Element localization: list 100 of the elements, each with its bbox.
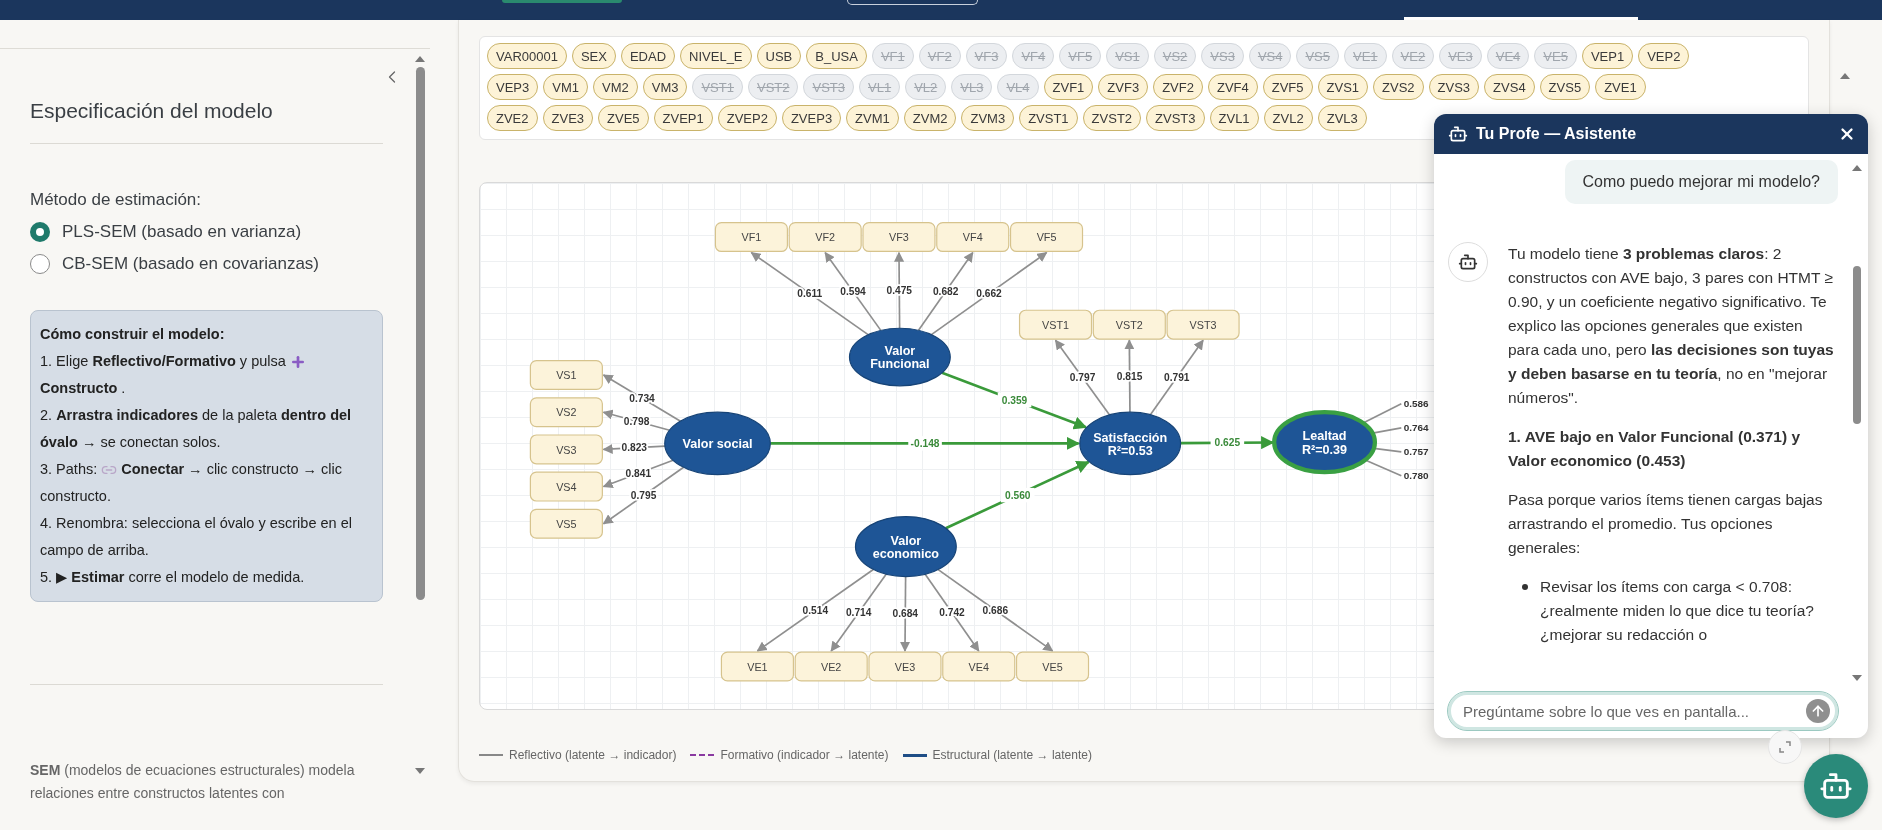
indicator-chip[interactable]: VAR00001: [487, 43, 567, 69]
reply-paragraph: Pasa porque varios ítems tienen cargas bajas arrastrando el promedio. Tus opciones generales:: [1508, 490, 1824, 558]
loading-value: 0.611: [797, 288, 823, 300]
loading-value: 0.475: [886, 285, 913, 297]
indicator-chip[interactable]: ZVS1: [1317, 74, 1369, 100]
indicator-chip[interactable]: ZVEP2: [717, 105, 777, 131]
indicator-chip[interactable]: ZVM3: [961, 105, 1015, 131]
assistant-button[interactable]: [1804, 754, 1868, 818]
indicator-node[interactable]: VS5: [529, 508, 603, 539]
legend-label: Reflectivo (latente → indicador): [509, 748, 677, 762]
indicator-chip[interactable]: ZVE5: [598, 105, 649, 131]
indicator-chip[interactable]: ZVF5: [1262, 74, 1313, 100]
loading-value: 0.686: [982, 604, 1009, 616]
indicator-node[interactable]: VST1: [1018, 309, 1093, 340]
indicator-node[interactable]: VE1: [720, 651, 794, 682]
indicator-node[interactable]: VS3: [529, 434, 603, 465]
construct-label: Valor economico: [872, 533, 940, 561]
indicator-chip[interactable]: ZVS3: [1428, 74, 1480, 100]
indicator-chip[interactable]: ZVF3: [1098, 74, 1149, 100]
path-coefficient: -0.148: [908, 436, 942, 451]
indicator-chip[interactable]: SEX: [571, 43, 616, 69]
indicator-chip[interactable]: ZVS4: [1484, 74, 1535, 100]
instruction-text: 5. ▶ Estimar corre el modelo de medida.: [40, 568, 306, 587]
construct-node[interactable]: [1272, 410, 1378, 475]
radio-icon[interactable]: [30, 222, 50, 242]
radio-option[interactable]: CB-SEM (basado en covarianzas): [30, 248, 410, 280]
indicator-node[interactable]: VS1: [529, 360, 603, 391]
indicator-chip[interactable]: VEP1: [1581, 43, 1634, 69]
indicator-node[interactable]: VS4: [529, 471, 603, 502]
indicator-chip[interactable]: ZVEP3: [781, 105, 842, 131]
indicator-node[interactable]: VF2: [788, 222, 862, 253]
indicator-node[interactable]: VST3: [1166, 309, 1240, 340]
chat-title: Tu Profe — Asistente: [1476, 125, 1638, 143]
indicator-chip[interactable]: ZVST1: [1019, 105, 1078, 131]
method-label: Método de estimación:: [30, 190, 203, 210]
close-button[interactable]: [1838, 125, 1856, 143]
instruction-text: 3. Paths: Conectar → clic constructo → clic constructo.: [40, 460, 343, 506]
indicator-chip[interactable]: ZVE3: [542, 105, 594, 131]
scroll-up-icon[interactable]: [1839, 72, 1851, 80]
scroll-up-icon[interactable]: [414, 55, 426, 63]
indicator-chip[interactable]: ZVE1: [1595, 74, 1646, 100]
indicator-node[interactable]: VE4: [942, 651, 1016, 682]
reply-bullet: Revisar los ítems con carga < 0.708: ¿realmente miden lo que dice tu teoría? ¿mejorar su redacción o: [1540, 577, 1815, 645]
indicator-node[interactable]: VE3: [868, 651, 942, 682]
indicator-chip[interactable]: ZVM2: [903, 105, 957, 131]
robot-icon: [1458, 252, 1478, 272]
indicator-chip[interactable]: ZVF1: [1043, 74, 1094, 100]
indicator-node[interactable]: VST2: [1092, 309, 1166, 340]
loading-value: 0.714: [845, 607, 872, 619]
construct-node[interactable]: [664, 411, 771, 476]
indicator-chip[interactable]: ZVEP1: [653, 105, 713, 131]
indicator-chip[interactable]: VM1: [543, 74, 588, 100]
radio-option[interactable]: PLS-SEM (basado en varianza): [30, 216, 410, 248]
loading-value: 0.798: [623, 415, 650, 427]
indicator-chip[interactable]: VM2: [593, 74, 638, 100]
indicator-chip[interactable]: ZVL1: [1209, 105, 1259, 131]
indicator-chip[interactable]: ZVST3: [1146, 105, 1205, 131]
indicator-chip[interactable]: ZVST2: [1082, 105, 1142, 131]
construct-node[interactable]: [1079, 411, 1182, 476]
indicator-node[interactable]: VF5: [1009, 222, 1084, 253]
scroll-up-icon[interactable]: [1851, 164, 1863, 172]
indicator-chip[interactable]: ZVS2: [1373, 74, 1424, 100]
construct-node[interactable]: [848, 327, 951, 387]
instruction-text: 2. Arrastra indicadores de la paleta dentro del óvalo → se conectan solos.: [40, 406, 353, 452]
loading-value: 0.684: [892, 608, 919, 620]
robot-icon: [1448, 124, 1468, 144]
scrollbar-thumb[interactable]: [415, 67, 425, 600]
indicator-chip[interactable]: B_USA: [806, 43, 867, 69]
construct-node[interactable]: [854, 516, 957, 578]
loading-line: [1364, 459, 1403, 477]
indicator-chip[interactable]: VM3: [642, 74, 688, 100]
about-text: SEM (modelos de ecuaciones estructurales) modela relaciones entre constructos latentes con: [30, 761, 356, 803]
indicator-node[interactable]: VF4: [936, 222, 1010, 253]
indicator-chip[interactable]: ZVL2: [1263, 105, 1313, 131]
indicator-node[interactable]: VF1: [714, 222, 788, 253]
indicator-node[interactable]: VE2: [794, 651, 868, 682]
scrollbar-thumb[interactable]: [1853, 266, 1861, 424]
instruction-text: 4. Renombra: selecciona el óvalo y escribe en el campo de arriba.: [40, 514, 353, 560]
indicator-chip[interactable]: ZVF4: [1207, 74, 1258, 100]
expand-button[interactable]: [1768, 730, 1802, 764]
loading-value: 0.823: [621, 442, 647, 454]
indicator-chip[interactable]: ZVL3: [1317, 105, 1367, 131]
indicator-chip[interactable]: ZVF2: [1153, 74, 1203, 100]
indicator-chip[interactable]: USB: [756, 43, 802, 69]
indicator-node[interactable]: VF3: [862, 222, 936, 253]
scroll-down-icon[interactable]: [414, 767, 426, 775]
indicator-chip[interactable]: VEP2: [1638, 43, 1690, 69]
indicator-chip[interactable]: ZVS5: [1539, 74, 1591, 100]
chat-input-field[interactable]: Pregúntame sobre lo que ves en pantalla...: [1448, 692, 1838, 730]
radio-icon[interactable]: [30, 254, 50, 274]
indicator-node[interactable]: VS2: [529, 397, 603, 428]
loading-value: 0.514: [802, 604, 829, 616]
indicator-node[interactable]: VE5: [1015, 651, 1090, 682]
indicator-chip[interactable]: ZVE2: [487, 105, 538, 131]
indicator-chip[interactable]: ZVM1: [846, 105, 899, 131]
indicator-chip[interactable]: EDAD: [620, 43, 676, 69]
indicator-chip[interactable]: VEP3: [487, 74, 539, 100]
scroll-down-icon[interactable]: [1851, 674, 1863, 682]
indicator-chip[interactable]: NIVEL_E: [680, 43, 752, 69]
user-message: Como puedo mejorar mi modelo?: [1564, 160, 1838, 204]
